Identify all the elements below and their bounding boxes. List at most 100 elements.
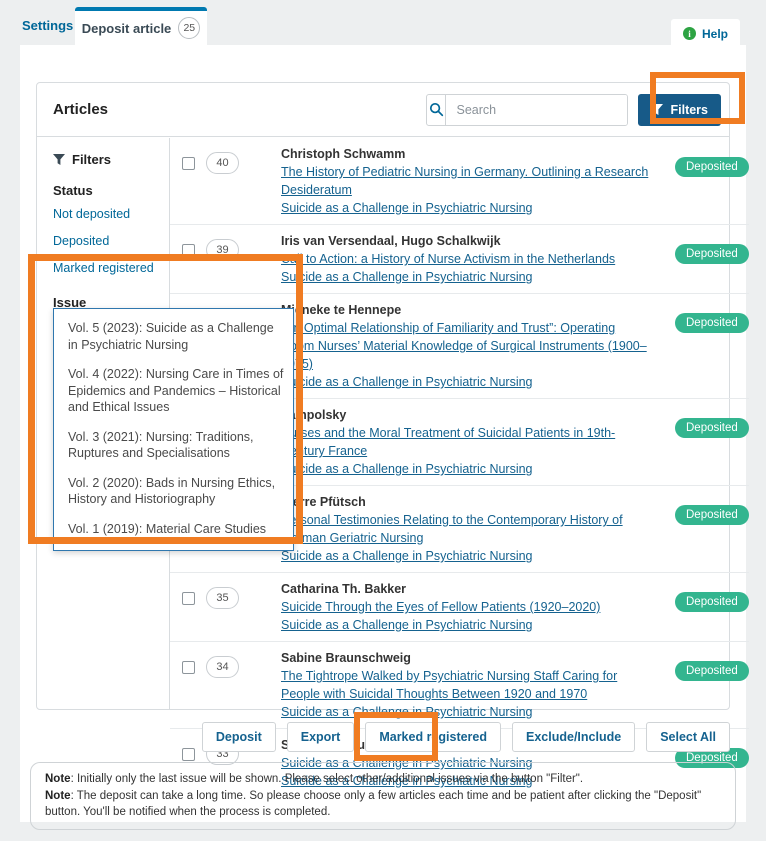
search-input[interactable] bbox=[446, 95, 627, 125]
status-column: Deposited bbox=[649, 145, 749, 217]
article-id-chip: 39 bbox=[206, 239, 239, 261]
article-info: Mieneke te Hennepe “An Optimal Relationsh… bbox=[281, 301, 649, 391]
article-info: Sabine Braunschweig The Tightrope Walked … bbox=[281, 649, 649, 721]
exclude-include-button[interactable]: Exclude/Include bbox=[512, 722, 635, 752]
notes-box: Note: Initially only the last issue will… bbox=[30, 762, 736, 830]
row-checkbox[interactable] bbox=[182, 661, 195, 674]
status-heading: Status bbox=[53, 183, 169, 198]
note-label: Note bbox=[45, 790, 71, 802]
issue-option[interactable]: Vol. 1 (2019): Material Care Studies bbox=[54, 521, 293, 538]
issue-option[interactable]: Vol. 5 (2023): Suicide as a Challenge in… bbox=[54, 320, 293, 353]
deposit-button[interactable]: Deposit bbox=[202, 722, 276, 752]
article-title-link[interactable]: Call to Action: a History of Nurse Activ… bbox=[281, 252, 615, 266]
article-issue-link[interactable]: Suicide as a Challenge in Psychiatric Nu… bbox=[281, 549, 533, 563]
help-label: Help bbox=[702, 27, 728, 41]
export-button[interactable]: Export bbox=[287, 722, 355, 752]
row-checkbox[interactable] bbox=[182, 592, 195, 605]
article-authors: Yampolsky bbox=[281, 406, 649, 424]
table-row: 39 Iris van Versendaal, Hugo Schalkwijk Ca… bbox=[170, 225, 749, 294]
tab-deposit-article[interactable]: Deposit article 25 bbox=[75, 7, 207, 45]
status-badge: Deposited bbox=[675, 157, 749, 177]
sidebar-filters-heading: Filters bbox=[53, 152, 169, 167]
article-title-link[interactable]: Personal Testimonies Relating to the Con… bbox=[281, 513, 623, 545]
help-info-icon: i bbox=[683, 27, 696, 40]
article-info: Catharina Th. Bakker Suicide Through the … bbox=[281, 580, 649, 634]
table-row: 34Sabine BraunschweigThe Tightrope Walke… bbox=[170, 642, 749, 729]
articles-header: Articles Filters bbox=[37, 83, 729, 137]
articles-title: Articles bbox=[53, 101, 108, 118]
status-badge: Deposited bbox=[675, 313, 749, 333]
search-box bbox=[426, 94, 628, 126]
filters-button-label: Filters bbox=[670, 103, 708, 117]
article-title-link[interactable]: “An Optimal Relationship of Familiarity … bbox=[281, 321, 647, 371]
status-link-deposited[interactable]: Deposited bbox=[53, 234, 169, 248]
article-authors: Pierre Pfütsch bbox=[281, 493, 649, 511]
actions-bar: Deposit Export Marked registered Exclude/In… bbox=[36, 722, 730, 752]
tab-bar: Settings Deposit article 25 i Help bbox=[0, 0, 766, 45]
article-issue: Suicide as a Challenge in Psychiatric Nu… bbox=[281, 616, 649, 634]
article-issue-link[interactable]: Suicide as a Challenge in Psychiatric Nu… bbox=[281, 462, 533, 476]
page: Settings Deposit article 25 i Help Artic… bbox=[0, 0, 766, 841]
issue-autocomplete-dropdown: Vol. 5 (2023): Suicide as a Challenge in… bbox=[53, 308, 294, 551]
note-text: : Initially only the last issue will be … bbox=[71, 773, 584, 785]
article-info: Christoph Schwamm The History of Pediatri… bbox=[281, 145, 649, 217]
search-icon[interactable] bbox=[427, 95, 446, 125]
article-title-link[interactable]: The History of Pediatric Nursing in Germ… bbox=[281, 165, 648, 197]
status-badge: Deposited bbox=[675, 505, 749, 525]
article-issue: Suicide as a Challenge in Psychiatric Nu… bbox=[281, 199, 649, 217]
table-row: 35Catharina Th. BakkerSuicide Through th… bbox=[170, 573, 749, 642]
article-info: Pierre Pfütsch Personal Testimonies Relat… bbox=[281, 493, 649, 565]
article-issue-link[interactable]: Suicide as a Challenge in Psychiatric Nu… bbox=[281, 270, 533, 284]
note-line: Note: Initially only the last issue will… bbox=[45, 771, 721, 788]
status-column: Deposited bbox=[649, 301, 749, 391]
article-issue: Suicide as a Challenge in Psychiatric Nu… bbox=[281, 460, 649, 478]
issue-option[interactable]: Vol. 3 (2021): Nursing: Traditions, Rupt… bbox=[54, 429, 293, 462]
row-checkbox[interactable] bbox=[182, 157, 195, 170]
status-column: Deposited bbox=[649, 406, 749, 478]
status-column: Deposited bbox=[649, 649, 749, 721]
article-issue: Suicide as a Challenge in Psychiatric Nu… bbox=[281, 703, 649, 721]
funnel-icon bbox=[53, 154, 65, 165]
row-checkbox[interactable] bbox=[182, 244, 195, 257]
note-line: Note: The deposit can take a long time. … bbox=[45, 788, 721, 821]
filters-button[interactable]: Filters bbox=[638, 94, 721, 126]
article-authors: Catharina Th. Bakker bbox=[281, 580, 649, 598]
article-title-link[interactable]: The Tightrope Walked by Psychiatric Nurs… bbox=[281, 669, 617, 701]
article-issue: Suicide as a Challenge in Psychiatric Nu… bbox=[281, 373, 649, 391]
table-row: 40 Christoph Schwamm The History of Pediat… bbox=[170, 138, 749, 225]
issue-option[interactable]: Vol. 2 (2020): Bads in Nursing Ethics, H… bbox=[54, 475, 293, 508]
article-issue-link[interactable]: Suicide as a Challenge in Psychiatric Nu… bbox=[281, 201, 533, 215]
note-text: : The deposit can take a long time. So p… bbox=[45, 790, 701, 819]
article-authors: Christoph Schwamm bbox=[281, 145, 649, 163]
article-issue: Suicide as a Challenge in Psychiatric Nu… bbox=[281, 547, 649, 565]
status-link-marked-registered[interactable]: Marked registered bbox=[53, 261, 169, 275]
funnel-icon bbox=[651, 104, 663, 115]
status-badge: Deposited bbox=[675, 661, 749, 681]
article-issue-link[interactable]: Suicide as a Challenge in Psychiatric Nu… bbox=[281, 705, 533, 719]
issue-option[interactable]: Vol. 4 (2022): Nursing Care in Times of … bbox=[54, 366, 293, 416]
article-authors: Mieneke te Hennepe bbox=[281, 301, 649, 319]
status-column: Deposited bbox=[649, 580, 749, 634]
article-info: Iris van Versendaal, Hugo Schalkwijk Call… bbox=[281, 232, 649, 286]
help-button[interactable]: i Help bbox=[671, 19, 740, 48]
tab-settings[interactable]: Settings bbox=[22, 18, 73, 33]
status-badge: Deposited bbox=[675, 244, 749, 264]
article-authors: Sabine Braunschweig bbox=[281, 649, 649, 667]
article-title-link[interactable]: Nurses and the Moral Treatment of Suicid… bbox=[281, 426, 615, 458]
status-column: Deposited bbox=[649, 232, 749, 286]
status-badge: Deposited bbox=[675, 418, 749, 438]
article-issue-link[interactable]: Suicide as a Challenge in Psychiatric Nu… bbox=[281, 618, 533, 632]
status-link-not-deposited[interactable]: Not deposited bbox=[53, 207, 169, 221]
status-column: Deposited bbox=[649, 493, 749, 565]
article-authors: Iris van Versendaal, Hugo Schalkwijk bbox=[281, 232, 649, 250]
article-id-chip: 40 bbox=[206, 152, 239, 174]
status-badge: Deposited bbox=[675, 592, 749, 612]
article-issue: Suicide as a Challenge in Psychiatric Nu… bbox=[281, 268, 649, 286]
select-all-button[interactable]: Select All bbox=[646, 722, 730, 752]
deposit-count-badge: 25 bbox=[178, 17, 200, 39]
note-label: Note bbox=[45, 773, 71, 785]
article-title-link[interactable]: Suicide Through the Eyes of Fellow Patie… bbox=[281, 600, 600, 614]
article-info: Yampolsky Nurses and the Moral Treatment … bbox=[281, 406, 649, 478]
article-issue-link[interactable]: Suicide as a Challenge in Psychiatric Nu… bbox=[281, 375, 533, 389]
marked-registered-button[interactable]: Marked registered bbox=[365, 722, 501, 752]
